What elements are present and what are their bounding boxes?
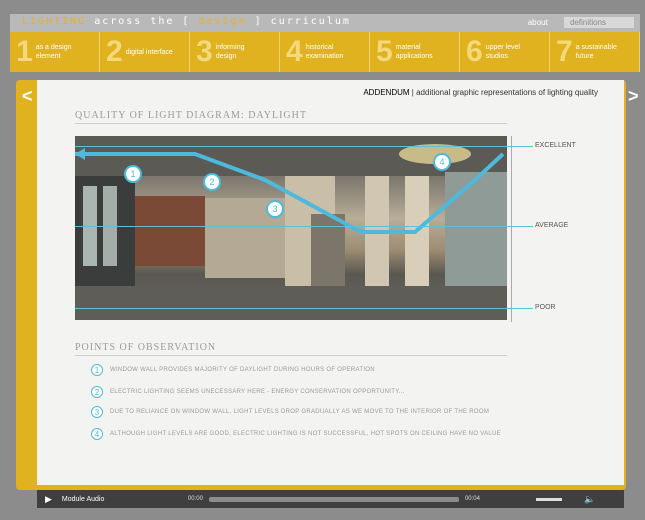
nav-item-2[interactable]: 2 digital interface [100,32,190,72]
photo-svg: 1 2 3 4 [75,136,507,320]
nav-item-3[interactable]: 3 informing design [190,32,280,72]
svg-text:1: 1 [130,169,135,179]
nav-label: upper level studios [485,44,520,60]
audio-player: ▶ Module Audio 00:00 00:04 🔈 [37,490,624,508]
observations-title: POINTS OF OBSERVATION [75,342,507,356]
volume-slider[interactable] [535,497,562,501]
nav-item-7[interactable]: 7a sustainable future [550,32,640,72]
observation-text: WINDOW WALL PROVIDES MAJORITY OF DAYLIGH… [110,367,375,373]
prev-arrow-icon[interactable]: < [22,86,33,107]
poor-label: POOR [535,304,556,311]
interior-photo: 1 2 3 4 [75,136,507,320]
excellent-label: EXCELLENT [535,142,576,149]
observation-2: 2 ELECTRIC LIGHTING SEEMS UNECESSARY HERE… [91,386,405,398]
next-arrow-icon[interactable]: > [628,86,639,107]
play-icon[interactable]: ▶ [45,494,52,505]
brand-title: LIGHTING across the [ design ] curriculu… [22,16,351,27]
svg-text:3: 3 [272,204,277,214]
top-links: about definitions [514,17,634,28]
nav-label: a sustainable future [575,44,617,60]
brick-wall [135,196,205,266]
nav-number: 6 [466,35,483,68]
brand-word-across: across the [ [94,16,191,27]
floor [75,286,507,320]
current-time: 00:00 [187,496,203,502]
nav-number: 2 [106,35,123,68]
nav-item-5[interactable]: 5 material applications [370,32,460,72]
observation-text: ELECTRIC LIGHTING SEEMS UNECESSARY HERE … [110,389,405,395]
observation-3: 3 DUE TO RELIANCE ON WINDOW WALL, LIGHT L… [91,406,489,418]
svg-text:2: 2 [209,177,214,187]
nav-number: 7 [556,35,573,68]
average-line [75,226,533,227]
nav-item-4[interactable]: 4 historical examination [280,32,370,72]
excellent-line [75,146,533,147]
addendum-label: ADDENDUM [363,88,410,97]
marker-3: 3 [266,200,284,218]
observation-number: 3 [91,406,103,418]
svg-text:4: 4 [439,157,444,167]
observation-number: 1 [91,364,103,376]
nav-item-1[interactable]: 1 as a design element [10,32,100,72]
nav-label: material applications [395,44,433,60]
module-audio-label: Module Audio [61,495,105,503]
marker-2: 2 [203,173,221,191]
observation-1: 1 WINDOW WALL PROVIDES MAJORITY OF DAYLIG… [91,364,375,376]
observation-text: DUE TO RELIANCE ON WINDOW WALL, LIGHT LE… [110,409,490,415]
column [405,176,429,296]
speaker-icon[interactable]: 🔈 [584,494,595,505]
addendum-heading: ADDENDUM | additional graphic representa… [363,88,598,97]
content-area: ADDENDUM | additional graphic representa… [37,80,624,485]
nav-number: 5 [376,35,393,68]
nav-label: as a design element [35,44,72,60]
observation-4: 4 ALTHOUGH LIGHT LEVELS ARE GOOD, ELECTRI… [91,428,501,440]
nav-label: digital interface [125,48,173,56]
addendum-subtitle: | additional graphic representations of … [411,88,598,97]
average-label: AVERAGE [535,222,569,229]
observation-number: 4 [91,428,103,440]
observation-text: ALTHOUGH LIGHT LEVELS ARE GOOD, ELECTRIC… [110,431,501,437]
brand-word-curriculum: ] curriculum [254,16,351,27]
nav-number: 1 [16,35,33,68]
audio-progress-track[interactable] [208,496,459,502]
brand-word-lighting: LIGHTING [22,16,87,27]
nav-item-6[interactable]: 6 upper level studios [460,32,550,72]
diagram-title: QUALITY OF LIGHT DIAGRAM: DAYLIGHT [75,110,507,124]
observation-number: 2 [91,386,103,398]
brand-word-design: design [198,16,247,27]
window-wall-right [445,172,507,292]
nav-label: informing design [215,44,245,60]
nav-number: 3 [196,35,213,68]
scale-ruler [511,136,522,322]
top-bar: LIGHTING across the [ design ] curriculu… [10,14,640,32]
module-nav: 1 as a design element 2 digital interface … [10,32,640,72]
nav-number: 4 [286,35,303,68]
marker-1: 1 [124,165,142,183]
marker-4: 4 [433,153,451,171]
definitions-link[interactable]: definitions [563,17,634,28]
nav-label: historical examination [305,44,344,60]
elevator-door [311,214,345,286]
duration: 00:04 [464,496,480,502]
column [365,176,389,296]
about-link[interactable]: about [528,18,548,27]
poor-line [75,308,533,309]
